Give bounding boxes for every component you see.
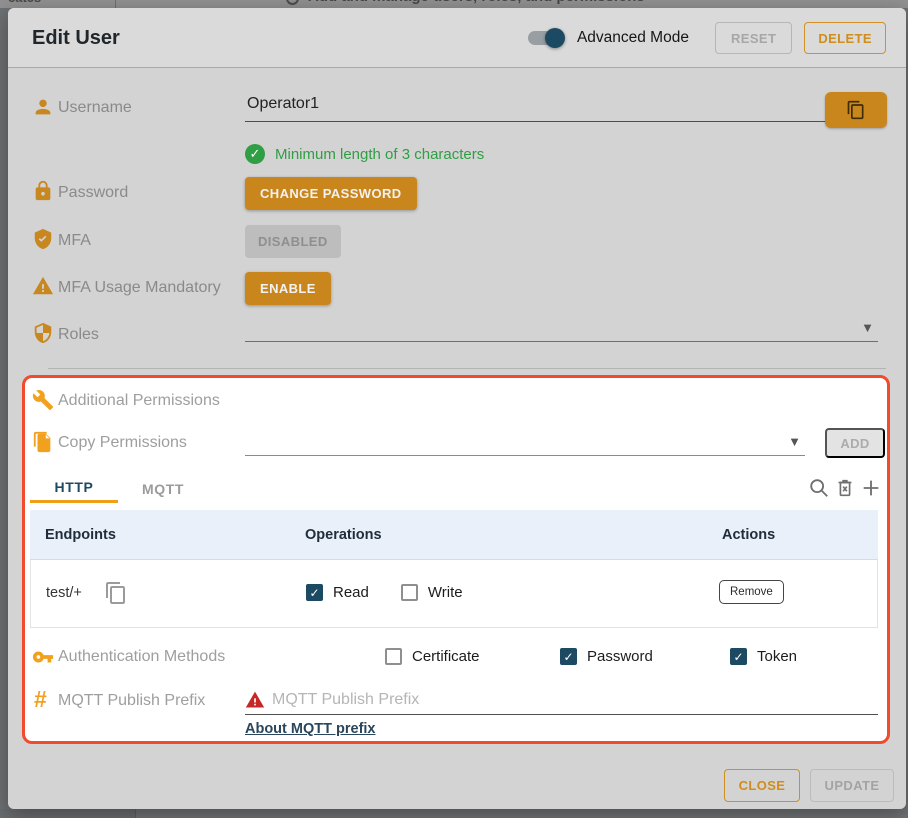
dimmed-background-bottom — [0, 809, 908, 818]
dialog-header-actions: Advanced Mode RESET DELETE — [527, 8, 886, 68]
add-permission-button[interactable]: ADD — [825, 428, 885, 458]
column-operations: Operations — [305, 510, 382, 560]
chevron-down-icon: ▼ — [788, 434, 801, 449]
mfa-label: MFA — [58, 232, 91, 250]
token-option: Token — [730, 648, 797, 665]
token-label: Token — [757, 648, 797, 665]
wrench-icon — [32, 389, 54, 411]
warning-icon — [32, 275, 54, 297]
password-option: Password — [560, 648, 653, 665]
roles-shield-icon — [32, 322, 54, 344]
password-checkbox[interactable] — [560, 648, 577, 665]
section-divider — [48, 368, 886, 369]
mfa-disabled-button[interactable]: DISABLED — [245, 225, 341, 258]
advanced-mode-toggle[interactable] — [527, 28, 563, 48]
endpoint-value: test/+ — [46, 560, 82, 626]
copy-permissions-select[interactable]: ▼ — [245, 430, 805, 456]
mqtt-prefix-underline — [245, 714, 878, 715]
toggle-thumb — [545, 28, 565, 48]
search-icon[interactable] — [808, 477, 830, 499]
certificate-label: Certificate — [412, 648, 480, 665]
tab-mqtt[interactable]: MQTT — [120, 474, 206, 503]
certificate-option: Certificate — [385, 648, 480, 665]
background-divider — [115, 0, 116, 8]
advanced-mode-label: Advanced Mode — [577, 29, 689, 47]
background-divider-bottom — [135, 809, 136, 818]
chevron-down-icon: ▼ — [861, 320, 874, 335]
delete-button[interactable]: DELETE — [804, 22, 886, 54]
mfa-mandatory-label: MFA Usage Mandatory — [58, 279, 221, 297]
dimmed-background-top: cates Add and manage users, roles, and p… — [0, 0, 908, 8]
key-icon — [32, 646, 54, 668]
username-label: Username — [58, 99, 132, 117]
background-sidebar-shade — [0, 809, 135, 818]
roles-label: Roles — [58, 326, 99, 344]
user-icon — [32, 96, 54, 118]
check-circle-icon: ✓ — [245, 144, 265, 164]
background-info-icon — [286, 0, 299, 5]
operations-group: Read Write — [306, 584, 463, 601]
roles-select[interactable]: ▼ — [245, 316, 878, 342]
mfa-enable-button[interactable]: ENABLE — [245, 272, 331, 305]
copy-permissions-label: Copy Permissions — [58, 434, 187, 452]
read-checkbox[interactable] — [306, 584, 323, 601]
copy-icon — [846, 100, 866, 120]
token-checkbox[interactable] — [730, 648, 747, 665]
screen: cates Add and manage users, roles, and p… — [0, 0, 908, 818]
background-banner-text: Add and manage users, roles, and permiss… — [308, 0, 645, 5]
dialog-title: Edit User — [32, 8, 120, 68]
username-validation: ✓ Minimum length of 3 characters — [245, 144, 484, 164]
validation-text: Minimum length of 3 characters — [275, 146, 484, 163]
additional-permissions-label: Additional Permissions — [58, 392, 220, 410]
mqtt-prefix-label: MQTT Publish Prefix — [58, 692, 205, 710]
background-sidebar-fragment: cates — [8, 0, 41, 5]
password-label: Password — [58, 184, 128, 202]
tab-http[interactable]: HTTP — [30, 474, 118, 503]
write-checkbox[interactable] — [401, 584, 418, 601]
change-password-button[interactable]: CHANGE PASSWORD — [245, 177, 417, 210]
lock-icon — [32, 180, 54, 202]
reset-button[interactable]: RESET — [715, 22, 792, 54]
close-button[interactable]: CLOSE — [724, 769, 800, 802]
permissions-table: Endpoints Operations Actions test/+ Read… — [30, 510, 878, 628]
copy-endpoint-icon[interactable] — [104, 581, 128, 605]
table-row: test/+ Read Write Remove — [30, 560, 878, 628]
write-label: Write — [428, 584, 463, 601]
additional-permissions-highlight-box: Additional Permissions Copy Permissions … — [22, 375, 890, 744]
column-endpoints: Endpoints — [45, 510, 116, 560]
error-warning-icon — [245, 690, 265, 710]
certificate-checkbox[interactable] — [385, 648, 402, 665]
remove-button[interactable]: Remove — [719, 580, 784, 604]
password-auth-label: Password — [587, 648, 653, 665]
column-actions: Actions — [722, 510, 775, 560]
dialog-header: Edit User Advanced Mode RESET DELETE — [8, 8, 906, 68]
auth-methods-label: Authentication Methods — [58, 648, 225, 666]
table-header-row: Endpoints Operations Actions — [30, 510, 878, 560]
copy-username-button[interactable] — [825, 92, 887, 128]
mqtt-prefix-input[interactable] — [272, 688, 872, 712]
username-input[interactable] — [245, 92, 878, 122]
hash-icon: # — [34, 686, 47, 713]
copy-permissions-icon — [32, 431, 54, 453]
about-mqtt-prefix-link[interactable]: About MQTT prefix — [245, 721, 376, 737]
add-row-icon[interactable] — [860, 477, 882, 499]
read-label: Read — [333, 584, 369, 601]
update-button[interactable]: UPDATE — [810, 769, 894, 802]
shield-check-icon — [32, 228, 54, 250]
edit-user-dialog: Edit User Advanced Mode RESET DELETE Use… — [8, 8, 906, 809]
delete-all-icon[interactable] — [834, 477, 856, 499]
